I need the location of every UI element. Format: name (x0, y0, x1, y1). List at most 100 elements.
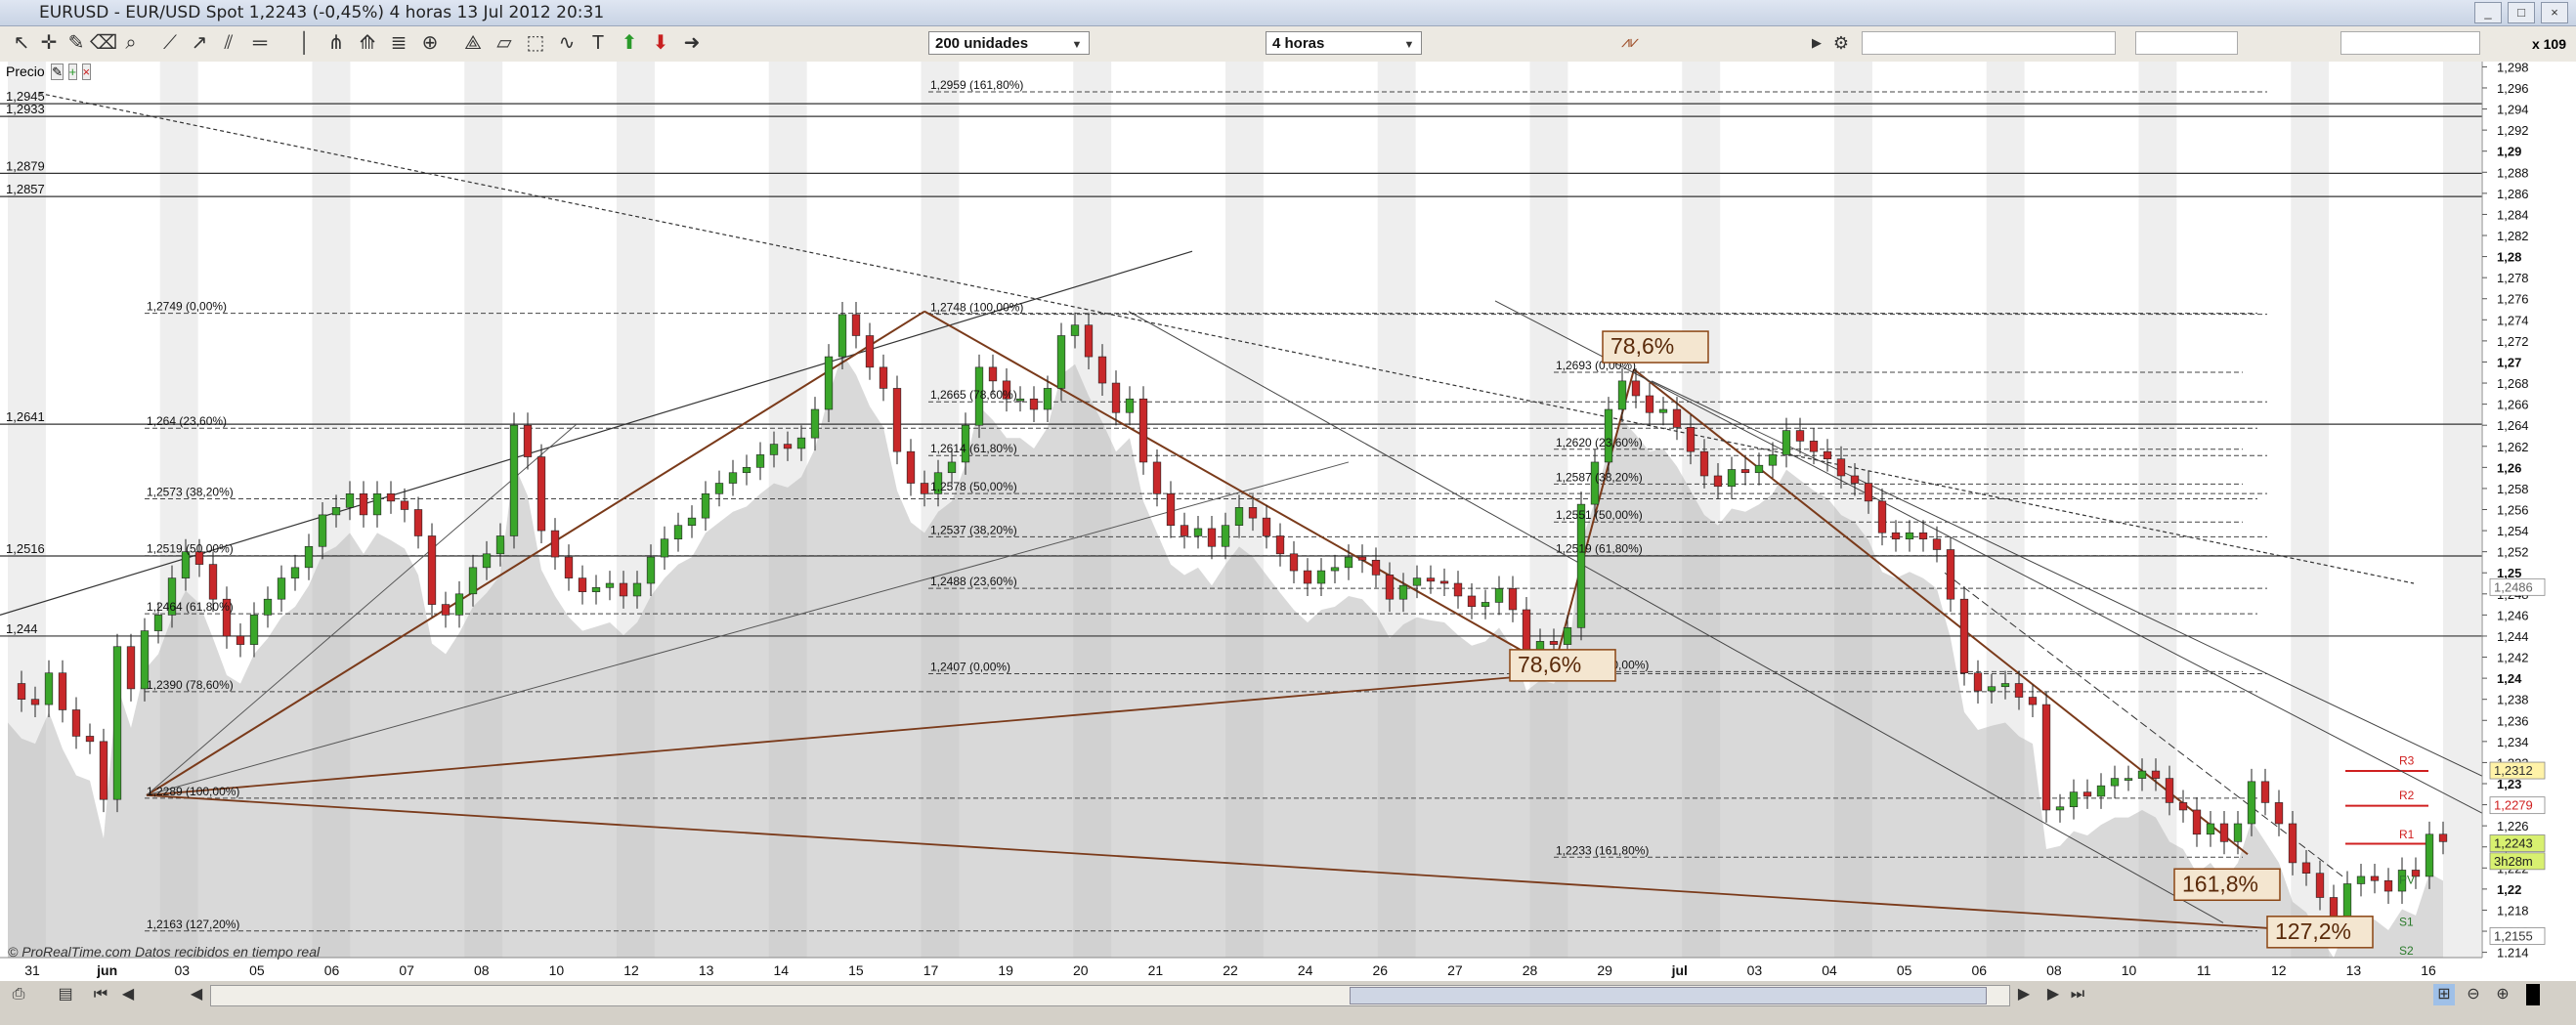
price-tag-label: 1,2155 (2494, 928, 2533, 943)
x-tick-label: 05 (249, 962, 265, 978)
close-button[interactable]: × (2541, 2, 2568, 23)
ray-icon[interactable]: ↗ (186, 30, 213, 56)
search-icon[interactable]: ⌕ (117, 30, 145, 56)
zoom-out-icon[interactable]: ⊖ (2463, 984, 2484, 1005)
horizontal-line-icon[interactable]: ═ (246, 30, 274, 56)
y-tick-label: 1,292 (2497, 123, 2529, 138)
candle-up (1481, 602, 1490, 608)
candle-down (1645, 395, 1654, 413)
minimize-button[interactable]: _ (2474, 2, 2502, 23)
candle-down (17, 683, 26, 700)
scroll-left-icon[interactable]: ◀ (186, 984, 207, 1005)
x-tick-label: 11 (2197, 962, 2211, 978)
play-icon[interactable]: ▶ (1803, 30, 1830, 56)
key-level-label: 1,2879 (6, 158, 45, 173)
zoom-level: x 109 (2531, 36, 2566, 52)
trendline-icon[interactable]: ⟋ (156, 30, 184, 56)
fibonacci-icon[interactable]: ≣ (385, 30, 412, 56)
x-tick-label: 27 (1447, 962, 1463, 978)
candle-up (947, 461, 957, 474)
vertical-line-icon[interactable]: │ (291, 30, 319, 56)
pivot-label: R1 (2399, 828, 2415, 841)
chart-area[interactable]: 1,2945 1,2933 1,2879 1,2857 1,2641 1,2516 1,24… (0, 60, 2576, 1000)
gann-icon[interactable]: ⟁ (459, 30, 487, 56)
candle-down (1549, 641, 1559, 645)
square-icon[interactable]: ▱ (491, 30, 518, 56)
channel-icon[interactable]: ⫽ (215, 30, 242, 56)
buy-arrow-icon[interactable]: ⬆ (616, 30, 643, 56)
candle-down (1029, 398, 1039, 410)
add-icon[interactable]: + (67, 64, 78, 80)
indicator-box-2[interactable] (2135, 31, 2238, 55)
fib-level-label: 1,2587 (38,20%) (1556, 470, 1643, 484)
first-icon[interactable]: ⏮ (90, 984, 111, 1005)
eraser-icon[interactable]: ⌫ (90, 30, 117, 56)
cycles-icon[interactable]: ⊕ (416, 30, 444, 56)
candle-down (564, 556, 574, 578)
next-icon[interactable]: ▶ (2042, 984, 2064, 1005)
candle-up (796, 437, 806, 449)
candle-up (372, 493, 382, 516)
chart-type-icon[interactable]: ⩘⩗ (1603, 30, 1657, 56)
candle-up (2342, 883, 2352, 919)
fib-level-label: 1,2749 (0,00%) (147, 300, 227, 314)
maximize-button[interactable]: □ (2508, 2, 2535, 23)
pencil-icon[interactable]: ✎ (51, 64, 64, 80)
fork-icon[interactable]: ⋔ (322, 30, 350, 56)
candle-up (2110, 778, 2120, 787)
next-arrow-icon[interactable]: ➜ (678, 30, 706, 56)
cursor-icon[interactable]: ↖ (8, 30, 35, 56)
zoom-in-icon[interactable]: ⊕ (2492, 984, 2513, 1005)
units-select[interactable]: 200 unidades ▼ (928, 31, 1090, 55)
zoom-fit-icon[interactable]: ⊞ (2433, 984, 2455, 1005)
y-tick-label: 1,238 (2497, 693, 2529, 707)
last-icon[interactable]: ⏭ (2067, 984, 2088, 1005)
y-tick-label: 1,256 (2497, 503, 2529, 518)
fib-level-label: 1,2620 (23,60%) (1556, 436, 1643, 449)
price-chart[interactable]: 1,29451,29331,28791,28571,26411,25161,24… (0, 60, 2576, 982)
print-icon[interactable]: ⎙ (8, 984, 29, 1005)
fibonacci-fan-icon[interactable]: ⟰ (354, 30, 381, 56)
candle-up (1563, 627, 1572, 645)
prev-icon[interactable]: ◀ (117, 984, 139, 1005)
fib-level-label: 1,2488 (23,60%) (930, 575, 1017, 588)
indicator-box[interactable] (1862, 31, 2116, 55)
fib-level-label: 1,2163 (127,20%) (147, 918, 239, 931)
wave-icon[interactable]: ∿ (553, 30, 580, 56)
save-icon[interactable]: ▤ (55, 984, 76, 1005)
text-icon[interactable]: T (584, 30, 612, 56)
candle-down (865, 335, 875, 368)
candle-up (755, 454, 765, 468)
y-tick-label: 1,234 (2497, 735, 2529, 749)
candle-up (1905, 532, 1914, 540)
remove-icon[interactable]: × (81, 64, 92, 80)
x-tick-label: 31 (24, 962, 40, 978)
horizontal-scrollbar[interactable] (210, 985, 2010, 1006)
scroll-thumb[interactable] (1350, 987, 1987, 1004)
candle-up (1494, 588, 1504, 603)
candle-up (290, 567, 300, 578)
candle-down (906, 450, 916, 484)
wrench-icon[interactable]: ⚙ (1827, 30, 1855, 56)
pivot-label: PV (2399, 873, 2415, 886)
pencil-icon[interactable]: ✎ (63, 30, 90, 56)
candle-up (1234, 507, 1244, 526)
candle-up (1754, 464, 1764, 474)
candle-up (701, 493, 710, 519)
candle-up (660, 538, 669, 558)
candle-down (2178, 802, 2188, 811)
zoom-area-icon[interactable]: ⬚ (522, 30, 549, 56)
x-tick-label: 07 (399, 962, 414, 978)
candle-up (318, 514, 327, 547)
crosshair-icon[interactable]: ✛ (35, 30, 63, 56)
y-tick-label: 1,242 (2497, 651, 2529, 665)
sell-arrow-icon[interactable]: ⬇ (647, 30, 674, 56)
candle-down (1453, 582, 1463, 597)
indicator-box-3[interactable] (2340, 31, 2480, 55)
fib-level-label: 1,2519 (61,80%) (1556, 542, 1643, 556)
timeframe-select[interactable]: 4 horas ▼ (1266, 31, 1422, 55)
candle-down (1946, 549, 1955, 600)
y-tick-label: 1,254 (2497, 524, 2529, 538)
scroll-right-icon[interactable]: ▶ (2013, 984, 2035, 1005)
y-tick-label: 1,24 (2497, 671, 2522, 686)
